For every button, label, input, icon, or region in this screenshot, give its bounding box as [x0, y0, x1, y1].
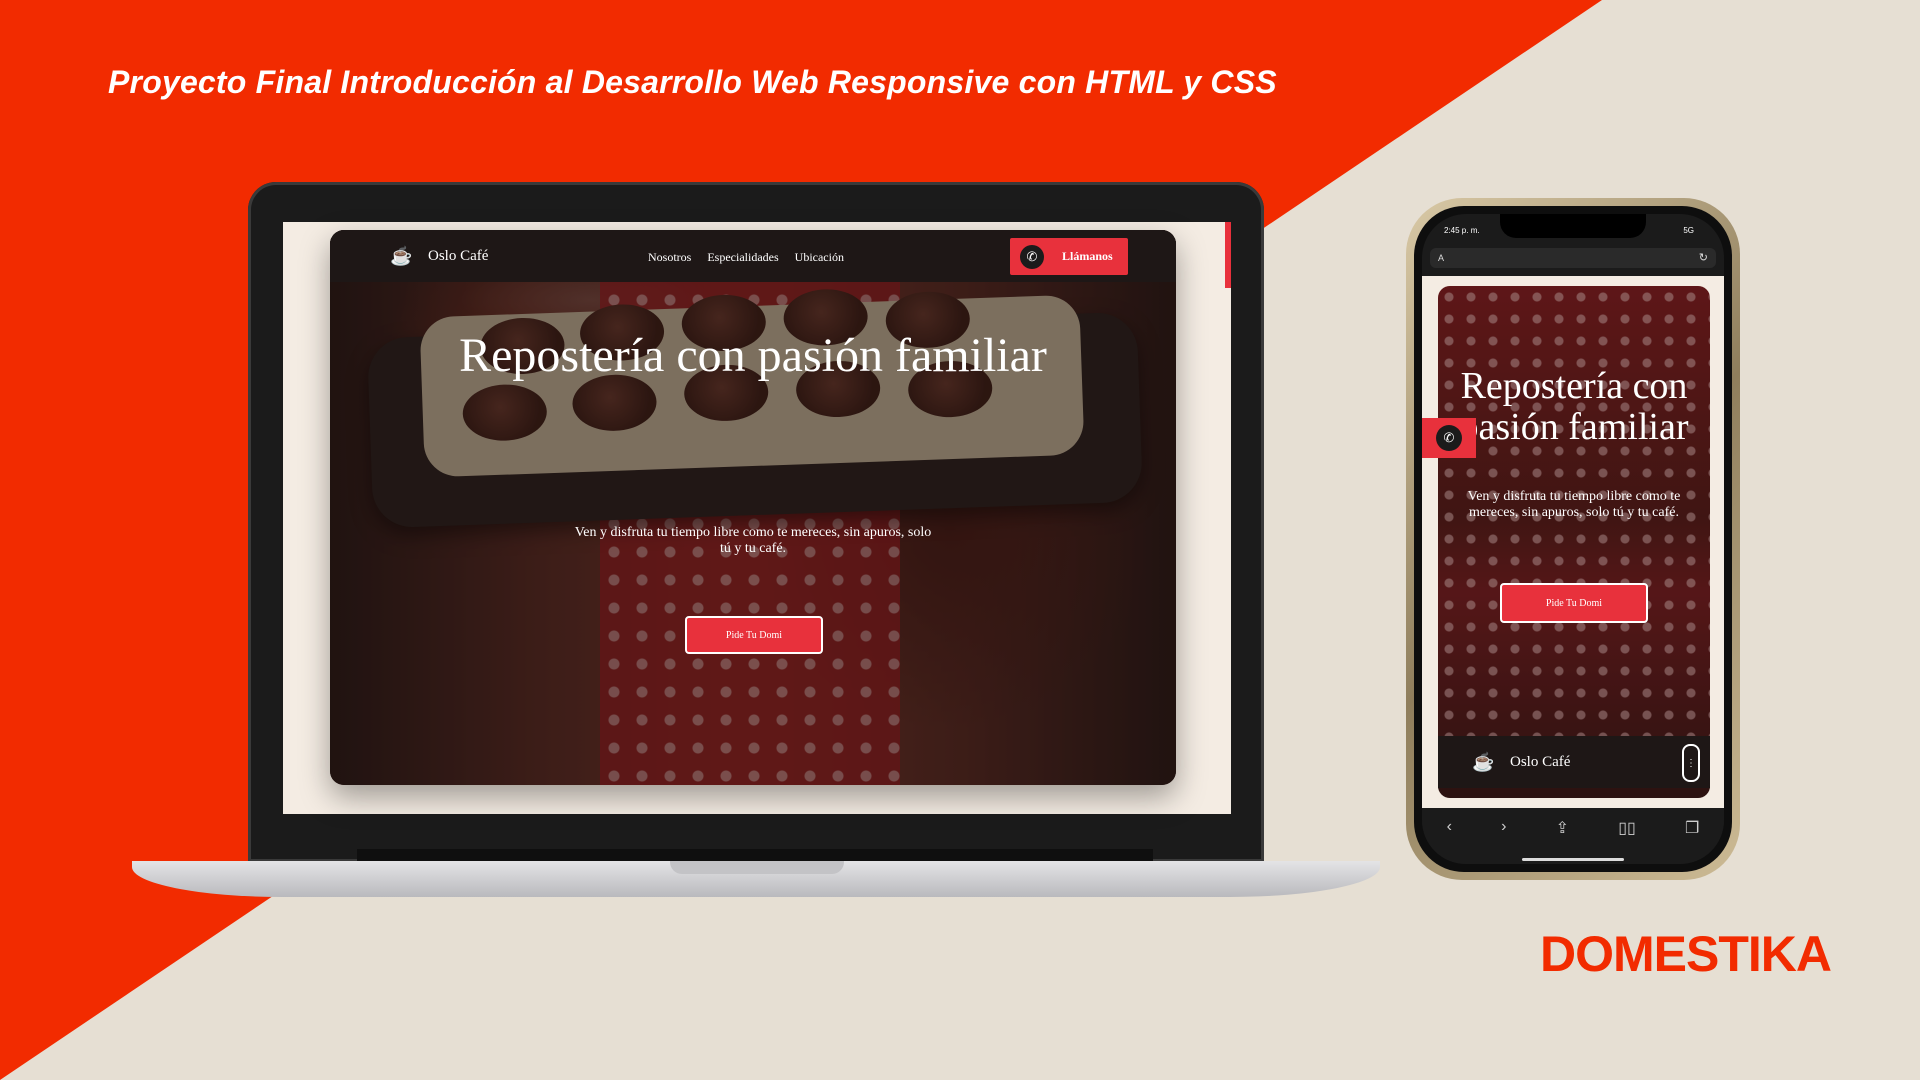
phone-icon: ✆ — [1020, 244, 1044, 269]
phone-status-bar: 2:45 p. m. 5G — [1422, 214, 1724, 246]
nav-link-nosotros[interactable]: Nosotros — [648, 250, 691, 265]
mobile-brand[interactable]: Oslo Café — [1510, 754, 1570, 771]
mobile-hero-overlay — [1438, 286, 1710, 798]
phone-icon: ✆ — [1436, 425, 1462, 451]
desktop-website: ☕ Oslo Café Nosotros Especialidades Ubic… — [330, 230, 1176, 785]
call-button-label: Llámanos — [1062, 249, 1113, 263]
mobile-call-button[interactable]: ✆ — [1422, 418, 1476, 458]
mobile-hero-title: Repostería con pasión familiar — [1459, 365, 1689, 448]
phone-screen: 2:45 p. m. 5G A ↻ Repostería con pasión … — [1422, 214, 1724, 864]
mobile-bottom-nav: ☕ Oslo Café ⋮ — [1438, 736, 1710, 788]
status-signal: 5G — [1683, 226, 1694, 235]
call-button[interactable]: ✆ Llámanos — [1010, 238, 1128, 275]
reload-icon[interactable]: ↻ — [1699, 251, 1708, 264]
order-delivery-button[interactable]: Pide Tu Domi — [685, 616, 823, 654]
tabs-icon[interactable]: ❐ — [1685, 818, 1699, 864]
forward-icon[interactable]: › — [1501, 818, 1506, 864]
nav-link-especialidades[interactable]: Especialidades — [707, 250, 778, 265]
home-indicator — [1522, 858, 1624, 861]
nav-link-ubicacion[interactable]: Ubicación — [795, 250, 844, 265]
screen-scroll-accent — [1225, 222, 1231, 288]
mobile-hero-subtitle: Ven y disfruta tu tiempo libre como te m… — [1467, 489, 1681, 520]
browser-toolbar: ‹ › ⇪ ▯▯ ❐ — [1422, 808, 1724, 864]
mobile-order-button[interactable]: Pide Tu Domi — [1500, 583, 1648, 623]
back-icon[interactable]: ‹ — [1447, 818, 1452, 864]
mobile-page: Repostería con pasión familiar Ven y dis… — [1422, 276, 1724, 808]
site-navbar: ☕ Oslo Café Nosotros Especialidades Ubic… — [330, 230, 1176, 282]
menu-kebab-icon[interactable]: ⋮ — [1682, 744, 1700, 782]
site-brand[interactable]: Oslo Café — [428, 248, 488, 265]
status-time: 2:45 p. m. — [1444, 226, 1480, 235]
domestika-logo: DOMESTIKA — [1540, 926, 1832, 982]
coffee-cup-icon[interactable]: ☕ — [1472, 752, 1494, 773]
coffee-cup-icon[interactable]: ☕ — [390, 246, 412, 267]
hero-overlay — [330, 230, 1176, 785]
page-headline: Proyecto Final Introducción al Desarroll… — [108, 64, 1277, 100]
hero-subtitle: Ven y disfruta tu tiempo libre como te m… — [574, 525, 932, 556]
mobile-hero: Repostería con pasión familiar Ven y dis… — [1438, 286, 1710, 798]
address-text: A — [1438, 253, 1445, 263]
hero-title: Repostería con pasión familiar — [459, 329, 1047, 382]
nav-links: Nosotros Especialidades Ubicación — [648, 250, 844, 265]
laptop-notch — [670, 861, 844, 874]
browser-address-bar[interactable]: A ↻ — [1430, 248, 1716, 268]
laptop-hinge — [357, 849, 1153, 861]
